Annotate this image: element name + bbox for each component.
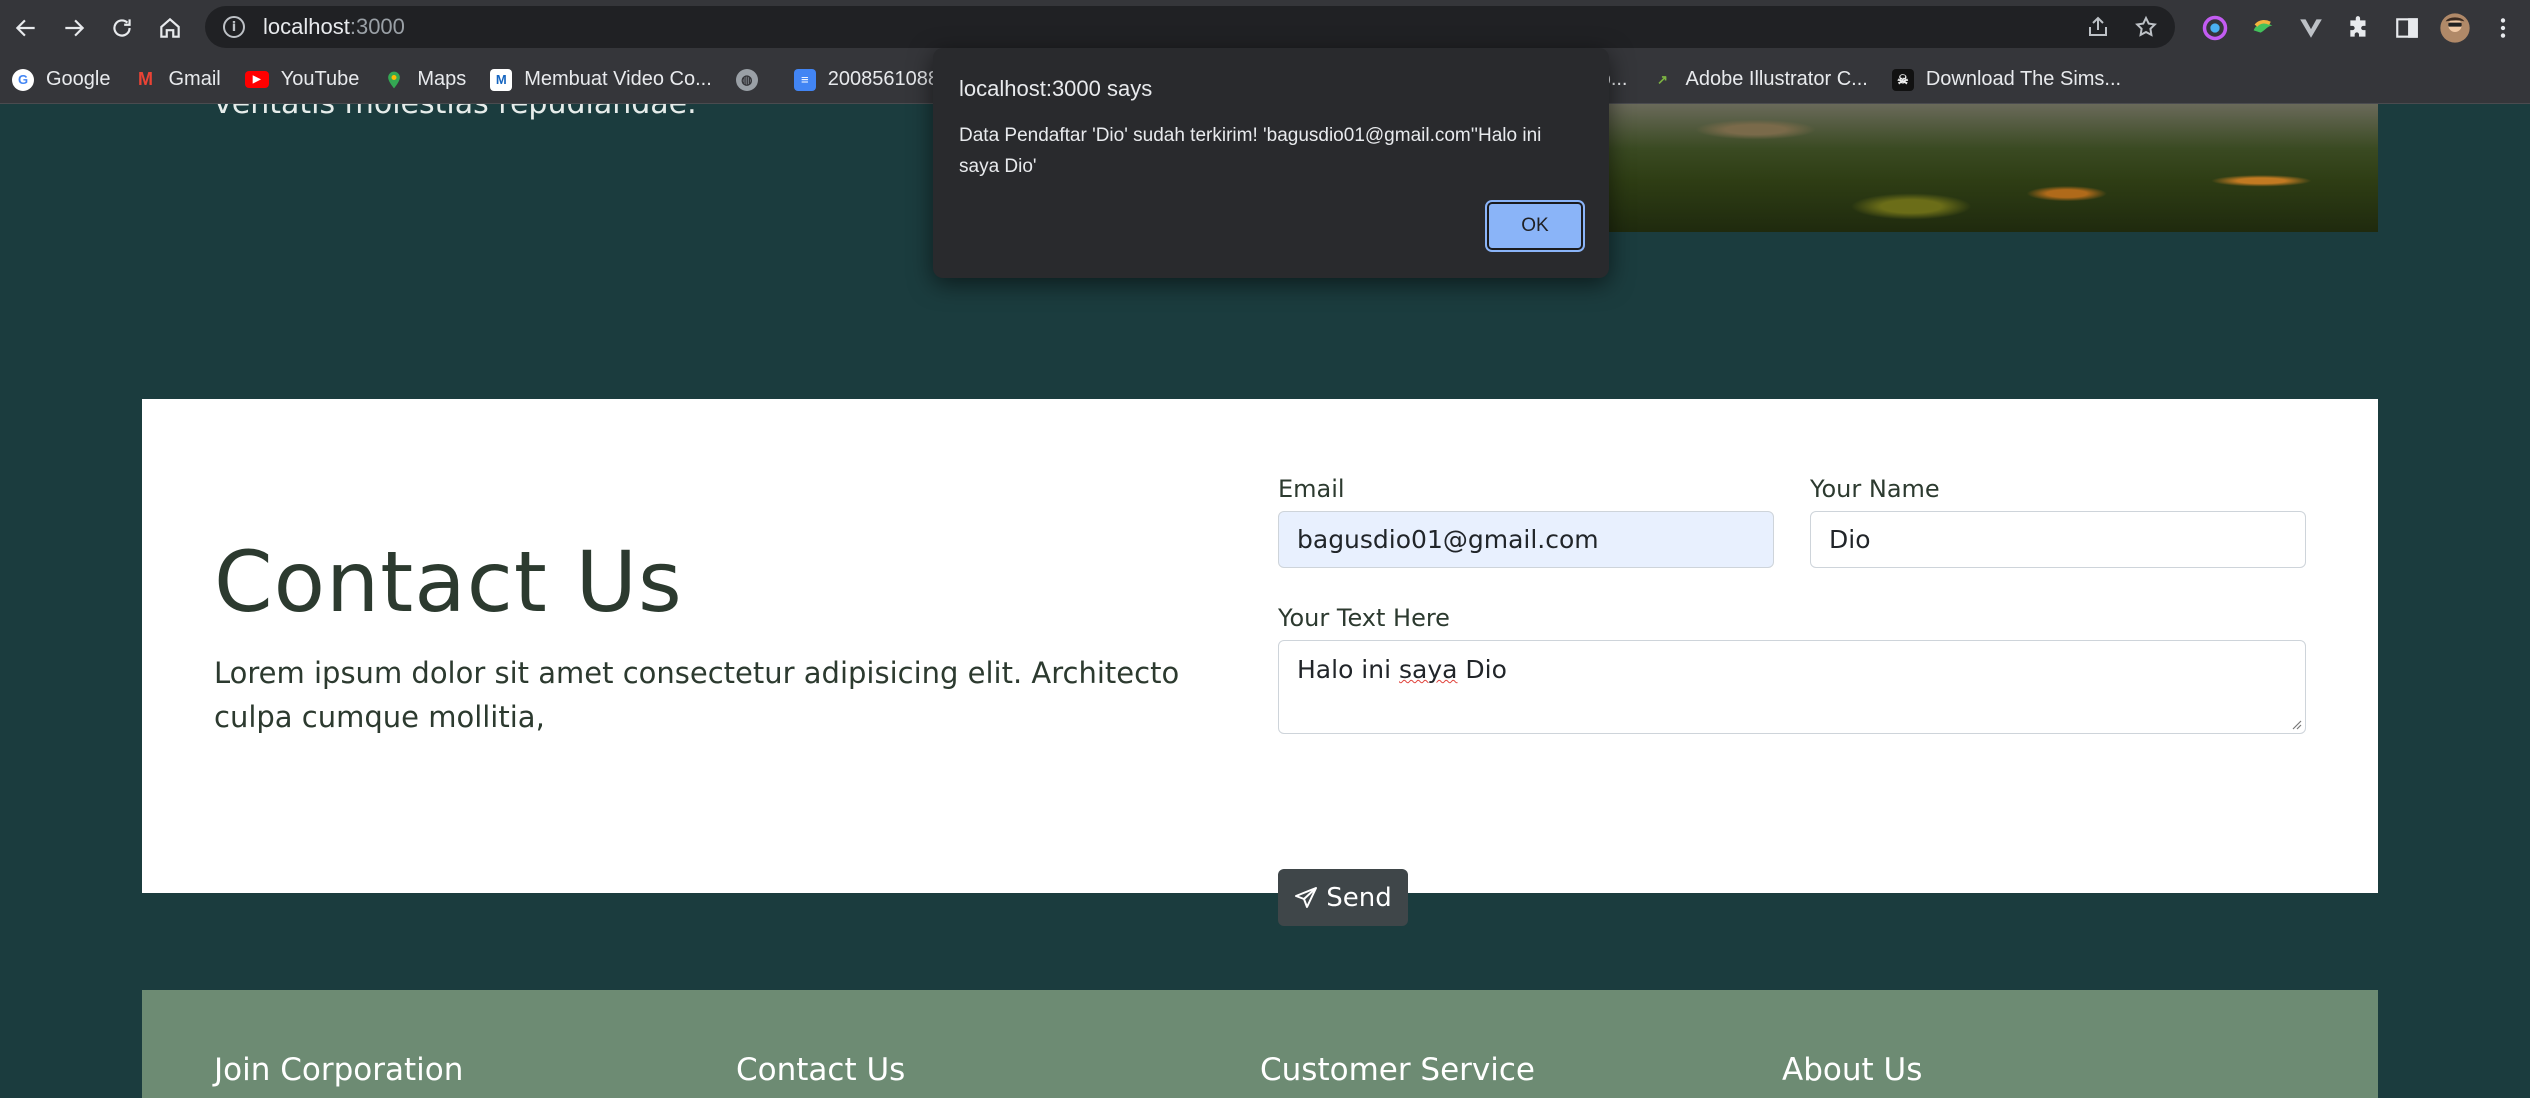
contact-description: Lorem ipsum dolor sit amet consectetur a… xyxy=(214,656,1180,734)
maps-icon xyxy=(383,69,405,91)
skull-icon: ☠ xyxy=(1891,68,1914,91)
alert-dialog: localhost:3000 says Data Pendaftar 'Dio'… xyxy=(933,48,1609,278)
bookmark-maps[interactable]: Maps xyxy=(383,68,466,91)
send-button[interactable]: Send xyxy=(1278,869,1408,926)
share-icon[interactable] xyxy=(2083,12,2113,42)
name-label: Your Name xyxy=(1810,475,1940,503)
email-label: Email xyxy=(1278,475,1345,503)
bookmark-label: YouTube xyxy=(280,68,360,90)
footer-about-us: About Us xyxy=(1782,1052,1923,1088)
bookmark-star-icon[interactable] xyxy=(2131,12,2161,42)
extensions-area xyxy=(2198,6,2530,50)
back-icon[interactable] xyxy=(2,4,50,52)
url-host: localhost xyxy=(263,14,350,39)
name-value: Dio xyxy=(1829,525,1871,554)
bookmark-label: Gmail xyxy=(168,68,221,90)
docs-icon: ≡ xyxy=(793,68,816,91)
forward-icon[interactable] xyxy=(50,4,98,52)
address-bar[interactable]: i localhost:3000 xyxy=(205,6,2175,48)
bookmark-label: Adobe Illustrator C... xyxy=(1685,68,1868,90)
bookmark-membuat-video[interactable]: M Membuat Video Co... xyxy=(490,68,712,91)
bookmark-globe[interactable]: ◍ xyxy=(735,68,770,91)
site-info-icon[interactable]: i xyxy=(223,16,245,38)
send-label: Send xyxy=(1326,882,1392,913)
email-value: bagusdio01@gmail.com xyxy=(1297,525,1599,554)
bookmark-label: Membuat Video Co... xyxy=(524,68,712,90)
profile-avatar-icon[interactable] xyxy=(2438,11,2472,45)
home-icon[interactable] xyxy=(146,4,194,52)
palette-extension-icon[interactable] xyxy=(2246,11,2280,45)
dialog-message: Data Pendaftar 'Dio' sudah terkirim! 'ba… xyxy=(959,125,1542,177)
reload-icon[interactable] xyxy=(98,4,146,52)
gmail-icon: M xyxy=(138,69,153,89)
footer-customer-service: Customer Service xyxy=(1260,1052,1536,1088)
bookmark-label: Google xyxy=(46,68,111,90)
google-icon: G xyxy=(12,68,34,91)
url-port: :3000 xyxy=(349,14,405,39)
hero-forest-image xyxy=(1600,104,2378,232)
bookmark-adobe-illustrator[interactable]: ↗ Adobe Illustrator C... xyxy=(1652,68,1868,91)
message-part-2: saya xyxy=(1399,655,1458,684)
bookmark-google[interactable]: G Google xyxy=(12,68,111,91)
vue-devtools-icon[interactable] xyxy=(2294,11,2328,45)
bookmark-youtube[interactable]: ▶ YouTube xyxy=(244,68,360,91)
ok-button[interactable]: OK xyxy=(1485,200,1585,252)
dialog-title: localhost:3000 says xyxy=(959,76,1153,101)
bookmark-label: Download The Sims... xyxy=(1925,68,2122,90)
globe-icon: ◍ xyxy=(735,68,758,91)
site-icon: M xyxy=(490,68,513,91)
email-field[interactable]: bagusdio01@gmail.com xyxy=(1278,511,1774,568)
resize-handle-icon[interactable] xyxy=(2290,718,2302,730)
nav-buttons xyxy=(2,4,194,52)
side-panel-icon[interactable] xyxy=(2390,11,2424,45)
hero-text-fragment: ventatis molestias repudiandae. xyxy=(214,104,697,121)
chart-icon: ↗ xyxy=(1657,71,1668,87)
name-field[interactable]: Dio xyxy=(1810,511,2306,568)
send-plane-icon xyxy=(1295,886,1318,908)
menu-kebab-icon[interactable] xyxy=(2486,11,2520,45)
message-part-3: Dio xyxy=(1457,655,1507,684)
footer: Join Corporation Contact Us Customer Ser… xyxy=(142,990,2378,1098)
footer-join-corporation: Join Corporation xyxy=(214,1052,464,1088)
url-text: localhost:3000 xyxy=(263,14,405,40)
contact-section: Contact Us Lorem ipsum dolor sit amet co… xyxy=(142,399,2378,926)
message-part-1: Halo ini xyxy=(1297,655,1399,684)
bookmark-label: Maps xyxy=(417,68,467,90)
text-label: Your Text Here xyxy=(1278,604,1450,632)
omnibox-actions xyxy=(2083,12,2161,42)
footer-contact-us: Contact Us xyxy=(736,1052,906,1088)
bookmark-sims[interactable]: ☠ Download The Sims... xyxy=(1891,68,2122,91)
extensions-puzzle-icon[interactable] xyxy=(2342,11,2376,45)
message-textarea[interactable]: Halo ini saya Dio xyxy=(1278,640,2306,734)
color-picker-extension-icon[interactable] xyxy=(2198,11,2232,45)
bookmark-gmail[interactable]: M Gmail xyxy=(135,68,221,91)
contact-title: Contact Us xyxy=(214,533,683,631)
youtube-icon: ▶ xyxy=(244,71,269,88)
